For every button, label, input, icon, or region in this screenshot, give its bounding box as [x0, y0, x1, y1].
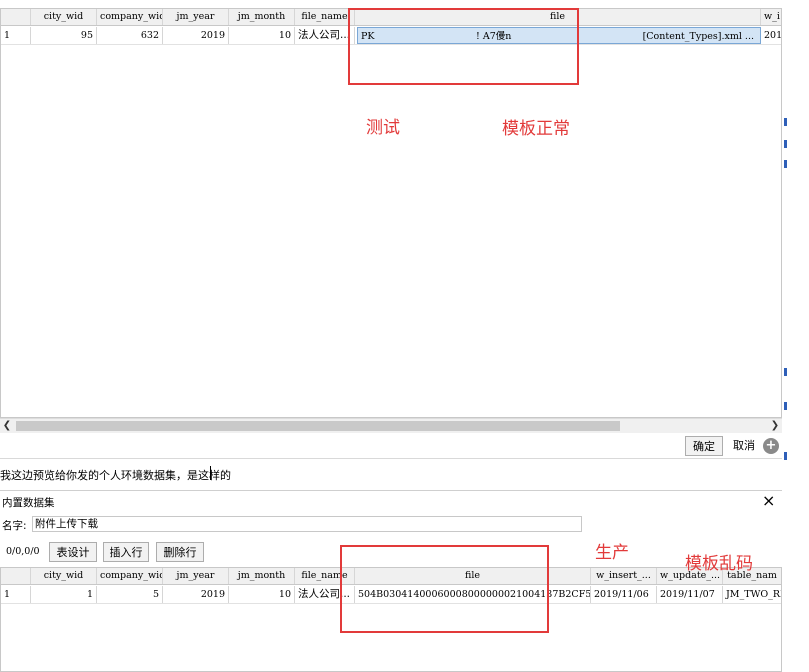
cell-jm-month[interactable]: 10	[229, 586, 295, 603]
annotation-template-garbled: 模板乱码	[685, 554, 753, 574]
cell-file-name[interactable]: 法人公司...	[295, 27, 355, 44]
text-cursor	[210, 466, 211, 480]
cell-company-wid[interactable]: 5	[97, 586, 163, 603]
col-jm-year[interactable]: jm_year	[163, 568, 229, 584]
right-edge-fragments	[782, 0, 809, 671]
edge-marker	[784, 402, 787, 410]
cell-table-name[interactable]: JM_TWO_RE.	[723, 586, 781, 603]
cell-jm-year[interactable]: 2019	[163, 586, 229, 603]
caption-text: 我这边预览给你发的个人环境数据集，是这样的	[0, 469, 231, 482]
col-company-wid[interactable]: company_wid	[97, 9, 163, 25]
col-city-wid[interactable]: city_wid	[31, 9, 97, 25]
close-icon[interactable]: ×	[762, 491, 775, 510]
scroll-right-icon[interactable]: ❯	[768, 419, 782, 433]
cell-company-wid[interactable]: 632	[97, 27, 163, 44]
name-label: 名字:	[2, 520, 27, 532]
cell-jm-year[interactable]: 2019	[163, 27, 229, 44]
col-jm-month[interactable]: jm_month	[229, 9, 295, 25]
edge-marker	[784, 452, 787, 460]
col-city-wid[interactable]: city_wid	[31, 568, 97, 584]
annotation-production: 生产	[595, 543, 629, 563]
scroll-left-icon[interactable]: ❮	[0, 419, 14, 433]
edge-marker	[784, 368, 787, 376]
edge-marker	[784, 118, 787, 126]
annotation-test: 测试	[366, 118, 400, 138]
file-right-text: [Content_Types].xml ...	[642, 31, 754, 42]
highlight-box-top	[348, 8, 579, 85]
col-company-wid[interactable]: company_wid	[97, 568, 163, 584]
cell-city-wid[interactable]: 1	[31, 586, 97, 603]
zoom-icon[interactable]: +	[763, 438, 779, 454]
annotation-template-ok: 模板正常	[502, 119, 570, 139]
name-input[interactable]: 附件上传下载	[32, 516, 582, 532]
cell-jm-month[interactable]: 10	[229, 27, 295, 44]
horizontal-scrollbar[interactable]: ❮ ❯	[0, 418, 782, 433]
scrollbar-thumb[interactable]	[16, 421, 620, 431]
insert-row-button[interactable]: 插入行	[103, 542, 149, 562]
table-design-button[interactable]: 表设计	[49, 542, 97, 562]
edge-marker	[784, 160, 787, 168]
counter-text: 0/0,0/0	[6, 546, 40, 557]
ok-button[interactable]: 确定	[685, 436, 723, 456]
cell-w-insert[interactable]: 2019/11/06	[591, 586, 657, 603]
col-w-i[interactable]: w_i	[761, 9, 783, 25]
row-number: 1	[1, 586, 31, 603]
col-jm-month[interactable]: jm_month	[229, 568, 295, 584]
cell-w-i[interactable]: 201	[761, 27, 783, 44]
row-number: 1	[1, 27, 31, 44]
col-file-name[interactable]: file_name	[295, 9, 355, 25]
highlight-box-bottom	[340, 545, 549, 633]
delete-row-button[interactable]: 删除行	[156, 542, 204, 562]
divider	[0, 458, 782, 459]
edge-marker	[784, 140, 787, 148]
row-number-header	[1, 568, 31, 584]
col-jm-year[interactable]: jm_year	[163, 9, 229, 25]
cell-city-wid[interactable]: 95	[31, 27, 97, 44]
dialog-title: 内置数据集	[2, 497, 55, 509]
cell-w-update[interactable]: 2019/11/07	[657, 586, 723, 603]
col-w-insert[interactable]: w_insert_...	[591, 568, 657, 584]
row-number-header	[1, 9, 31, 25]
